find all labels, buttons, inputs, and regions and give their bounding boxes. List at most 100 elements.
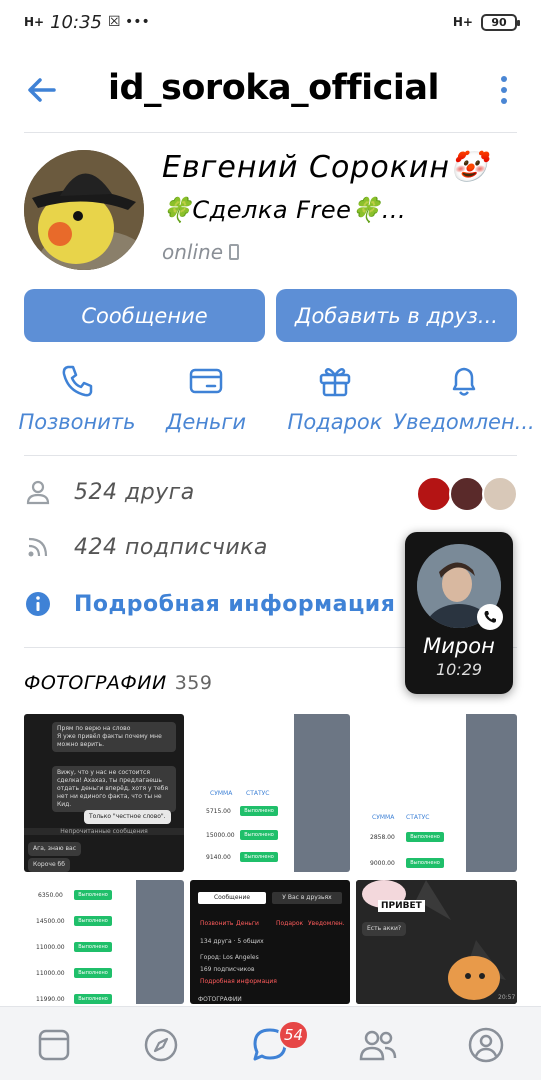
discover-tab[interactable] — [141, 1025, 181, 1065]
details-row[interactable]: Подробная информация — [24, 590, 395, 618]
photo-text: Выполнено — [74, 994, 112, 1004]
followers-count: 424 подписчика — [74, 534, 268, 560]
compass-icon — [144, 1028, 178, 1062]
photo-text: ФОТОГРАФИИ — [198, 996, 242, 1003]
profile-tab[interactable] — [466, 1025, 506, 1065]
notifications-action[interactable]: Уведомлен... — [393, 362, 535, 434]
gift-action[interactable]: Подарок — [270, 362, 400, 434]
call-action[interactable]: Позвонить — [12, 362, 142, 434]
followers-row[interactable]: 424 подписчика — [24, 533, 268, 561]
photo-text: Я уже привёл факты почему мне можно вери… — [57, 733, 162, 748]
mobile-icon — [229, 244, 240, 260]
photo-text: 9140.00 — [206, 854, 231, 861]
friend-avatar — [482, 476, 518, 512]
photo-text: Вижу, что у нас не состоится сделка! Аха… — [52, 766, 176, 812]
photo-text: 15000.00 — [206, 832, 235, 839]
photo-text: Уведомлен. — [308, 920, 345, 927]
photo-text: 20:57 — [498, 994, 516, 1001]
user-icon — [26, 480, 50, 505]
photo-text: Есть акки? — [362, 922, 407, 936]
photo-text: Ага, знаю вас — [28, 842, 82, 856]
divider — [24, 132, 517, 133]
friends-tab[interactable] — [358, 1025, 398, 1065]
photo-text: Выполнено — [74, 968, 112, 978]
photo-text: Выполнено — [240, 852, 278, 862]
friend-avatar — [416, 476, 452, 512]
photo-text: ПРИВЕТ — [378, 900, 425, 912]
info-icon — [26, 592, 50, 616]
online-label: online — [162, 240, 224, 264]
photo-text: Подробная информация — [200, 978, 277, 985]
photo-text: СУММА — [372, 814, 395, 821]
photo-text: 2858.00 — [370, 834, 395, 841]
message-button[interactable]: Сообщение — [24, 289, 265, 342]
newsfeed-icon — [38, 1029, 70, 1061]
photo-thumbnail[interactable]: СУММА СТАТУС 5715.00 Выполнено 15000.00 … — [190, 714, 350, 872]
battery-indicator: 90 — [481, 13, 520, 31]
photo-text: Выполнено — [74, 890, 112, 900]
avatar[interactable] — [24, 150, 144, 270]
rss-icon — [28, 537, 48, 557]
money-label: Деньги — [165, 410, 247, 434]
profile-status: 🍀Сделка Free🍀... — [162, 196, 407, 224]
photo-thumbnail[interactable]: СУММА СТАТУС 2858.00 Выполнено 9000.00 В… — [356, 714, 517, 872]
photo-text: Короче бб — [28, 858, 70, 872]
friend-avatar — [449, 476, 485, 512]
wallet-icon — [189, 368, 223, 394]
phone-icon — [62, 365, 93, 397]
photos-header[interactable]: ФОТОГРАФИИ 359 — [24, 672, 212, 694]
photos-count: 359 — [174, 672, 213, 694]
details-link: Подробная информация — [74, 591, 396, 617]
back-arrow-icon[interactable] — [24, 72, 60, 108]
photo-text: Выполнено — [240, 830, 278, 840]
news-tab[interactable] — [34, 1025, 74, 1065]
money-action[interactable]: Деньги — [141, 362, 271, 434]
bottom-navigation — [0, 1006, 541, 1080]
photo-text: 169 подписчиков — [200, 966, 255, 973]
photo-text: Непрочитанные сообщения — [24, 828, 184, 835]
friends-avatars[interactable] — [416, 476, 518, 512]
friends-icon — [359, 1030, 397, 1061]
photo-text: СТАТУС — [406, 814, 430, 821]
more-options-icon[interactable] — [496, 76, 512, 106]
divider — [24, 455, 517, 456]
photo-text: 9000.00 — [370, 860, 395, 867]
photo-thumbnail[interactable]: Сообщение У Вас в друзьях Позвонить День… — [190, 880, 350, 1004]
photo-text: Прям по верю на слово — [57, 725, 131, 732]
photo-text: У Вас в друзьях — [272, 892, 342, 904]
photo-text: СУММА — [210, 790, 233, 797]
photo-text: СТАТУС — [246, 790, 270, 797]
call-phone-icon — [477, 604, 503, 630]
gift-label: Подарок — [287, 410, 383, 434]
sticker-image — [356, 880, 517, 1004]
online-status: online — [162, 240, 240, 264]
header: id_soroka_official — [0, 56, 541, 126]
gift-icon — [319, 367, 351, 397]
photo-thumbnail[interactable]: ПРИВЕТ Есть акки? 20:57 — [356, 880, 517, 1004]
photo-text: Деньги — [236, 920, 259, 927]
photo-thumbnail[interactable]: Прям по верю на слово Я уже привёл факты… — [24, 714, 184, 872]
photo-text: Выполнено — [74, 942, 112, 952]
photo-text: Сообщение — [198, 892, 266, 904]
photo-text: Подарок — [276, 920, 304, 927]
page-title: id_soroka_official — [108, 68, 440, 108]
network-indicator: H+ — [24, 15, 45, 29]
caller-name: Мирон — [423, 634, 495, 658]
notifications-label: Уведомлен... — [393, 410, 535, 434]
add-friend-button[interactable]: Добавить в друз... — [276, 289, 517, 342]
bell-icon — [452, 367, 476, 396]
photo-text: Выполнено — [406, 832, 444, 842]
call-overlay[interactable]: Мирон 10:29 — [405, 532, 513, 694]
profile-icon — [468, 1027, 504, 1063]
network-indicator-right: H+ — [452, 15, 473, 29]
photo-text: 11990.00 — [36, 996, 65, 1003]
photo-text: 11000.00 — [36, 970, 65, 977]
call-label: Позвонить — [18, 410, 136, 434]
messages-badge: 54 — [278, 1020, 310, 1050]
photo-thumbnail[interactable]: 6350.00 Выполнено 14500.00 Выполнено 110… — [24, 880, 184, 1004]
friends-row[interactable]: 524 друга — [24, 478, 195, 506]
photo-text: Позвонить — [200, 920, 234, 927]
photo-text: 6350.00 — [38, 892, 63, 899]
photo-text: 14500.00 — [36, 918, 65, 925]
friends-count: 524 друга — [74, 479, 195, 505]
